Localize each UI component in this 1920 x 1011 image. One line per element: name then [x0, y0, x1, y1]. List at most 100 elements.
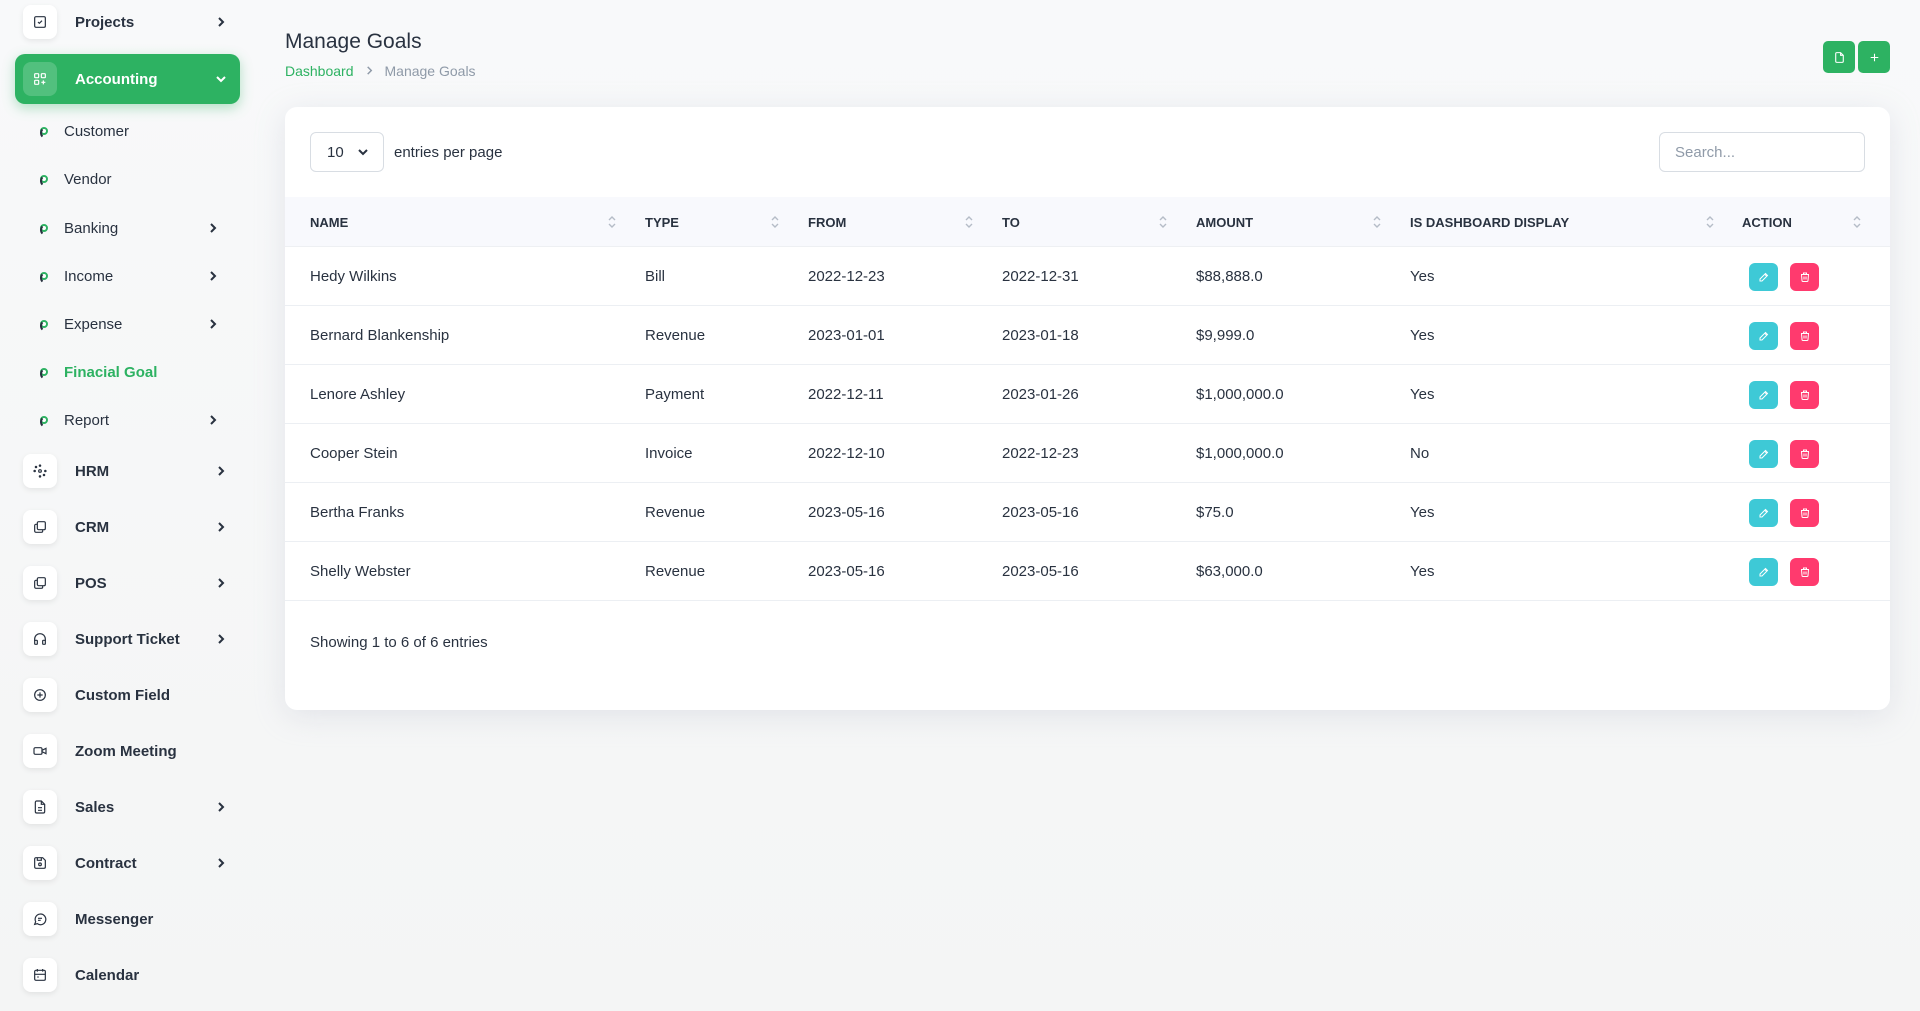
- column-header-from[interactable]: FROM: [808, 197, 846, 247]
- hrm-icon: [23, 454, 57, 488]
- sidebar-item-custom-field[interactable]: Custom Field: [15, 670, 240, 720]
- sidebar-subitem-label: Banking: [64, 219, 119, 237]
- delete-button[interactable]: [1790, 440, 1819, 468]
- sort-icon[interactable]: [1853, 214, 1861, 230]
- sidebar-subitem-label: Report: [64, 411, 110, 429]
- search-input[interactable]: [1659, 132, 1865, 172]
- export-button[interactable]: [1823, 41, 1855, 73]
- sidebar-subitem-report[interactable]: Report: [40, 405, 230, 435]
- pencil-icon: [1759, 508, 1768, 518]
- pencil-icon: [1759, 390, 1768, 400]
- edit-button[interactable]: [1749, 322, 1778, 350]
- delete-button[interactable]: [1790, 263, 1819, 291]
- layers-icon: [23, 510, 57, 544]
- sidebar-item-pos[interactable]: POS: [15, 558, 240, 608]
- cell-amount: $1,000,000.0: [1196, 386, 1284, 403]
- cell-to: 2023-01-26: [1002, 386, 1079, 403]
- bullet-icon: [40, 416, 48, 428]
- sidebar-item-support-ticket[interactable]: Support Ticket: [15, 614, 240, 664]
- edit-button[interactable]: [1749, 558, 1778, 586]
- chevron-right-icon: [216, 522, 226, 532]
- table-header: NAME TYPE FROM TO AMOUNT IS DASHBOARD DI…: [285, 197, 1890, 247]
- sidebar-subitem-vendor[interactable]: Vendor: [40, 164, 230, 194]
- sidebar-item-contract[interactable]: Contract: [15, 838, 240, 888]
- chevron-right-icon: [216, 466, 226, 476]
- sidebar-item-label: HRM: [75, 462, 110, 480]
- sidebar-subitem-banking[interactable]: Banking: [40, 213, 230, 243]
- per-page-select[interactable]: 10: [310, 132, 384, 172]
- table-row: Bernard Blankenship Revenue 2023-01-01 2023…: [285, 306, 1890, 365]
- column-header-to[interactable]: TO: [1002, 197, 1020, 247]
- edit-button[interactable]: [1749, 263, 1778, 291]
- sidebar-subitem-label: Income: [64, 267, 114, 285]
- sidebar-item-crm[interactable]: CRM: [15, 502, 240, 552]
- sidebar-item-accounting[interactable]: Accounting: [15, 54, 240, 104]
- delete-button[interactable]: [1790, 381, 1819, 409]
- sort-icon[interactable]: [1373, 214, 1381, 230]
- column-header-amount[interactable]: AMOUNT: [1196, 197, 1253, 247]
- column-header-dashboard-display[interactable]: IS DASHBOARD DISPLAY: [1410, 197, 1569, 247]
- edit-button[interactable]: [1749, 499, 1778, 527]
- sort-icon[interactable]: [1706, 214, 1714, 230]
- sidebar-item-projects[interactable]: Projects: [15, 0, 240, 47]
- delete-button[interactable]: [1790, 558, 1819, 586]
- cell-type: Revenue: [645, 563, 706, 580]
- sidebar-subitem-label: Finacial Goal: [64, 363, 158, 381]
- cell-to: 2023-01-18: [1002, 327, 1079, 344]
- cell-to: 2023-05-16: [1002, 563, 1079, 580]
- sort-icon[interactable]: [1159, 214, 1167, 230]
- sidebar-item-messenger[interactable]: Messenger: [15, 894, 240, 944]
- sidebar-item-label: Support Ticket: [75, 630, 180, 648]
- bullet-icon: [40, 320, 48, 332]
- chevron-right-icon: [216, 17, 226, 27]
- layers-icon: [23, 566, 57, 600]
- cell-type: Revenue: [645, 504, 706, 521]
- column-header-type[interactable]: TYPE: [645, 197, 679, 247]
- sidebar-item-zoom-meeting[interactable]: Zoom Meeting: [15, 726, 240, 776]
- cell-amount: $9,999.0: [1196, 327, 1255, 344]
- add-goal-button[interactable]: [1858, 41, 1890, 73]
- trash-icon: [1800, 567, 1809, 577]
- bullet-icon: [40, 175, 48, 187]
- breadcrumb-dashboard-link[interactable]: Dashboard: [285, 63, 354, 79]
- bullet-icon: [40, 224, 48, 236]
- table-row: Bertha Franks Revenue 2023-05-16 2023-05-16…: [285, 483, 1890, 542]
- sidebar-subitem-income[interactable]: Income: [40, 261, 230, 291]
- sidebar-item-calendar[interactable]: Calendar: [15, 950, 240, 1000]
- cell-dashboard-display: Yes: [1410, 504, 1435, 521]
- sidebar-item-label: Contract: [75, 854, 137, 872]
- per-page-value: 10: [327, 143, 344, 161]
- edit-button[interactable]: [1749, 381, 1778, 409]
- edit-button[interactable]: [1749, 440, 1778, 468]
- delete-button[interactable]: [1790, 322, 1819, 350]
- table-row: Hedy Wilkins Bill 2022-12-23 2022-12-31 $88,…: [285, 247, 1890, 306]
- cell-amount: $75.0: [1196, 504, 1234, 521]
- table-row: Shelly Webster Revenue 2023-05-16 2023-05-1…: [285, 542, 1890, 601]
- bullet-icon: [40, 127, 48, 139]
- delete-button[interactable]: [1790, 499, 1819, 527]
- per-page-label: entries per page: [394, 143, 503, 161]
- chevron-right-icon: [365, 64, 374, 78]
- sidebar-subitem-financial-goal[interactable]: Finacial Goal: [40, 357, 230, 387]
- trash-icon: [1800, 508, 1809, 518]
- trash-icon: [1800, 390, 1809, 400]
- cell-amount: $63,000.0: [1196, 563, 1263, 580]
- sidebar-subitem-customer[interactable]: Customer: [40, 116, 230, 146]
- sidebar-subitem-label: Customer: [64, 122, 130, 140]
- cell-name: Shelly Webster: [310, 563, 411, 580]
- plus-icon: [1870, 53, 1878, 61]
- sidebar-item-hrm[interactable]: HRM: [15, 446, 240, 496]
- pencil-icon: [1759, 567, 1768, 577]
- column-header-name[interactable]: NAME: [310, 197, 348, 247]
- sidebar-item-sales[interactable]: Sales: [15, 782, 240, 832]
- device-floppy-icon: [23, 846, 57, 880]
- sidebar-item-label: Calendar: [75, 966, 140, 984]
- sort-icon[interactable]: [608, 214, 616, 230]
- sidebar-subitem-expense[interactable]: Expense: [40, 309, 230, 339]
- trash-icon: [1800, 449, 1809, 459]
- chevron-right-icon: [216, 802, 226, 812]
- checkbox-icon: [23, 5, 57, 39]
- sort-icon[interactable]: [771, 214, 779, 230]
- sort-icon[interactable]: [965, 214, 973, 230]
- bullet-icon: [40, 368, 48, 380]
